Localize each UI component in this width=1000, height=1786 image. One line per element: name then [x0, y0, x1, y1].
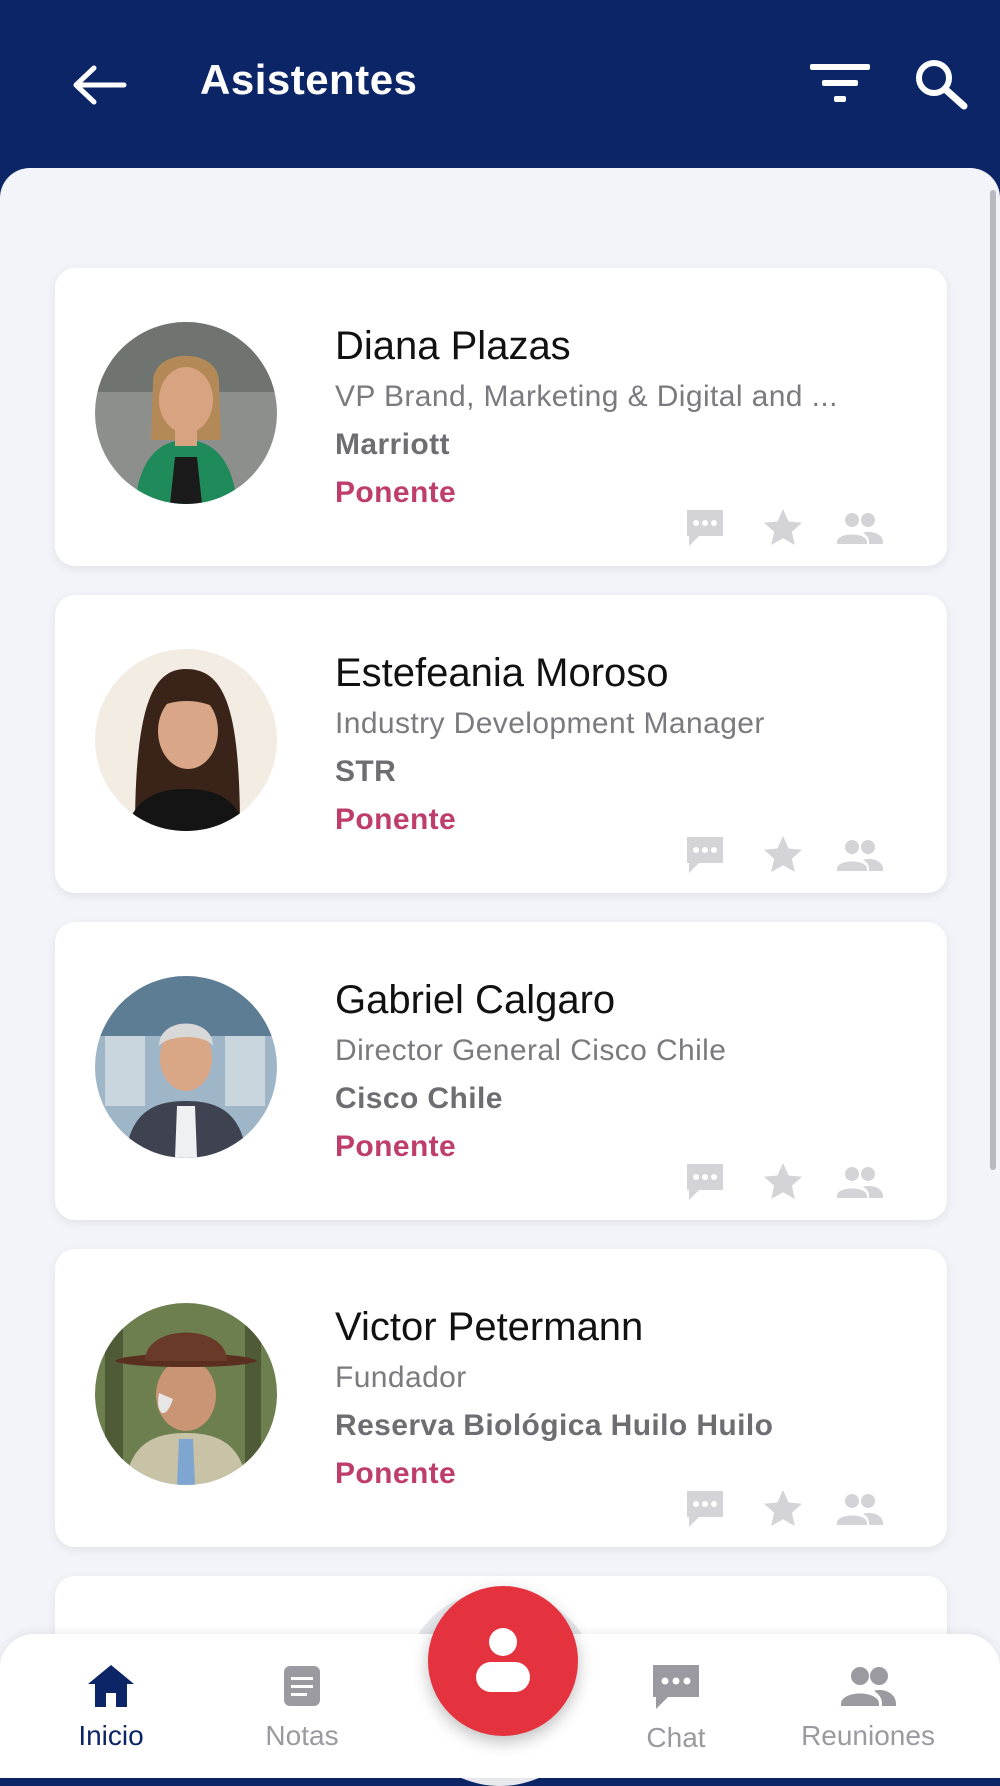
nav-item-inicio[interactable]: Inicio — [21, 1662, 201, 1752]
avatar — [95, 976, 277, 1158]
star-icon[interactable] — [761, 1160, 805, 1204]
attendee-card[interactable]: Diana Plazas VP Brand, Marketing & Digit… — [55, 268, 947, 566]
attendee-company: Cisco Chile — [335, 1082, 503, 1115]
star-icon[interactable] — [761, 1487, 805, 1531]
avatar — [95, 322, 277, 504]
chat-icon[interactable] — [683, 833, 727, 877]
nav-item-chat[interactable]: Chat — [586, 1662, 766, 1754]
filter-icon[interactable] — [808, 62, 872, 104]
people-icon[interactable] — [833, 506, 885, 550]
scrollbar[interactable] — [990, 190, 996, 1170]
home-icon — [88, 1665, 134, 1707]
attendee-company: Marriott — [335, 428, 450, 461]
attendee-role: Fundador — [335, 1361, 467, 1394]
attendee-name: Diana Plazas — [335, 324, 571, 368]
card-actions — [683, 833, 943, 877]
notes-icon — [284, 1666, 320, 1706]
card-actions — [683, 506, 943, 550]
attendee-card[interactable]: Victor Petermann Fundador Reserva Biológ… — [55, 1249, 947, 1547]
attendee-type-badge: Ponente — [335, 803, 457, 836]
attendee-role: Industry Development Manager — [335, 707, 765, 740]
attendee-name: Gabriel Calgaro — [335, 978, 616, 1022]
attendee-card[interactable]: Estefeania Moroso Industry Development M… — [55, 595, 947, 893]
people-icon[interactable] — [833, 1487, 885, 1531]
page-title: Asistentes — [200, 56, 418, 103]
search-icon[interactable] — [914, 58, 970, 110]
star-icon[interactable] — [761, 506, 805, 550]
attendee-name: Victor Petermann — [335, 1305, 644, 1349]
chat-icon[interactable] — [683, 1487, 727, 1531]
avatar — [95, 649, 277, 831]
people-icon — [841, 1667, 896, 1706]
attendee-role: VP Brand, Marketing & Digital and ... — [335, 380, 838, 413]
attendee-type-badge: Ponente — [335, 1457, 457, 1490]
avatar — [95, 1303, 277, 1485]
attendee-company: STR — [335, 755, 397, 788]
chat-icon[interactable] — [683, 1160, 727, 1204]
nav-item-reuniones[interactable]: Reuniones — [778, 1662, 958, 1752]
nav-label: Notas — [265, 1720, 339, 1751]
attendee-company: Reserva Biológica Huilo Huilo — [335, 1409, 774, 1442]
chat-icon — [653, 1665, 699, 1709]
attendee-list[interactable]: Diana Plazas VP Brand, Marketing & Digit… — [0, 168, 1000, 1778]
attendee-role: Director General Cisco Chile — [335, 1034, 727, 1067]
attendee-card[interactable]: Gabriel Calgaro Director General Cisco C… — [55, 922, 947, 1220]
chat-icon[interactable] — [683, 506, 727, 550]
nav-label: Chat — [646, 1722, 706, 1753]
person-icon — [476, 1628, 530, 1692]
nav-item-notas[interactable]: Notas — [212, 1662, 392, 1752]
attendee-type-badge: Ponente — [335, 1130, 457, 1163]
people-icon[interactable] — [833, 1160, 885, 1204]
attendee-type-badge: Ponente — [335, 476, 457, 509]
nav-label: Inicio — [78, 1720, 144, 1751]
people-icon[interactable] — [833, 833, 885, 877]
card-actions — [683, 1160, 943, 1204]
card-actions — [683, 1487, 943, 1531]
profile-fab-button[interactable] — [428, 1586, 578, 1736]
nav-label: Reuniones — [801, 1720, 935, 1751]
star-icon[interactable] — [761, 833, 805, 877]
arrow-left-icon[interactable] — [70, 60, 130, 110]
attendee-name: Estefeania Moroso — [335, 651, 669, 695]
